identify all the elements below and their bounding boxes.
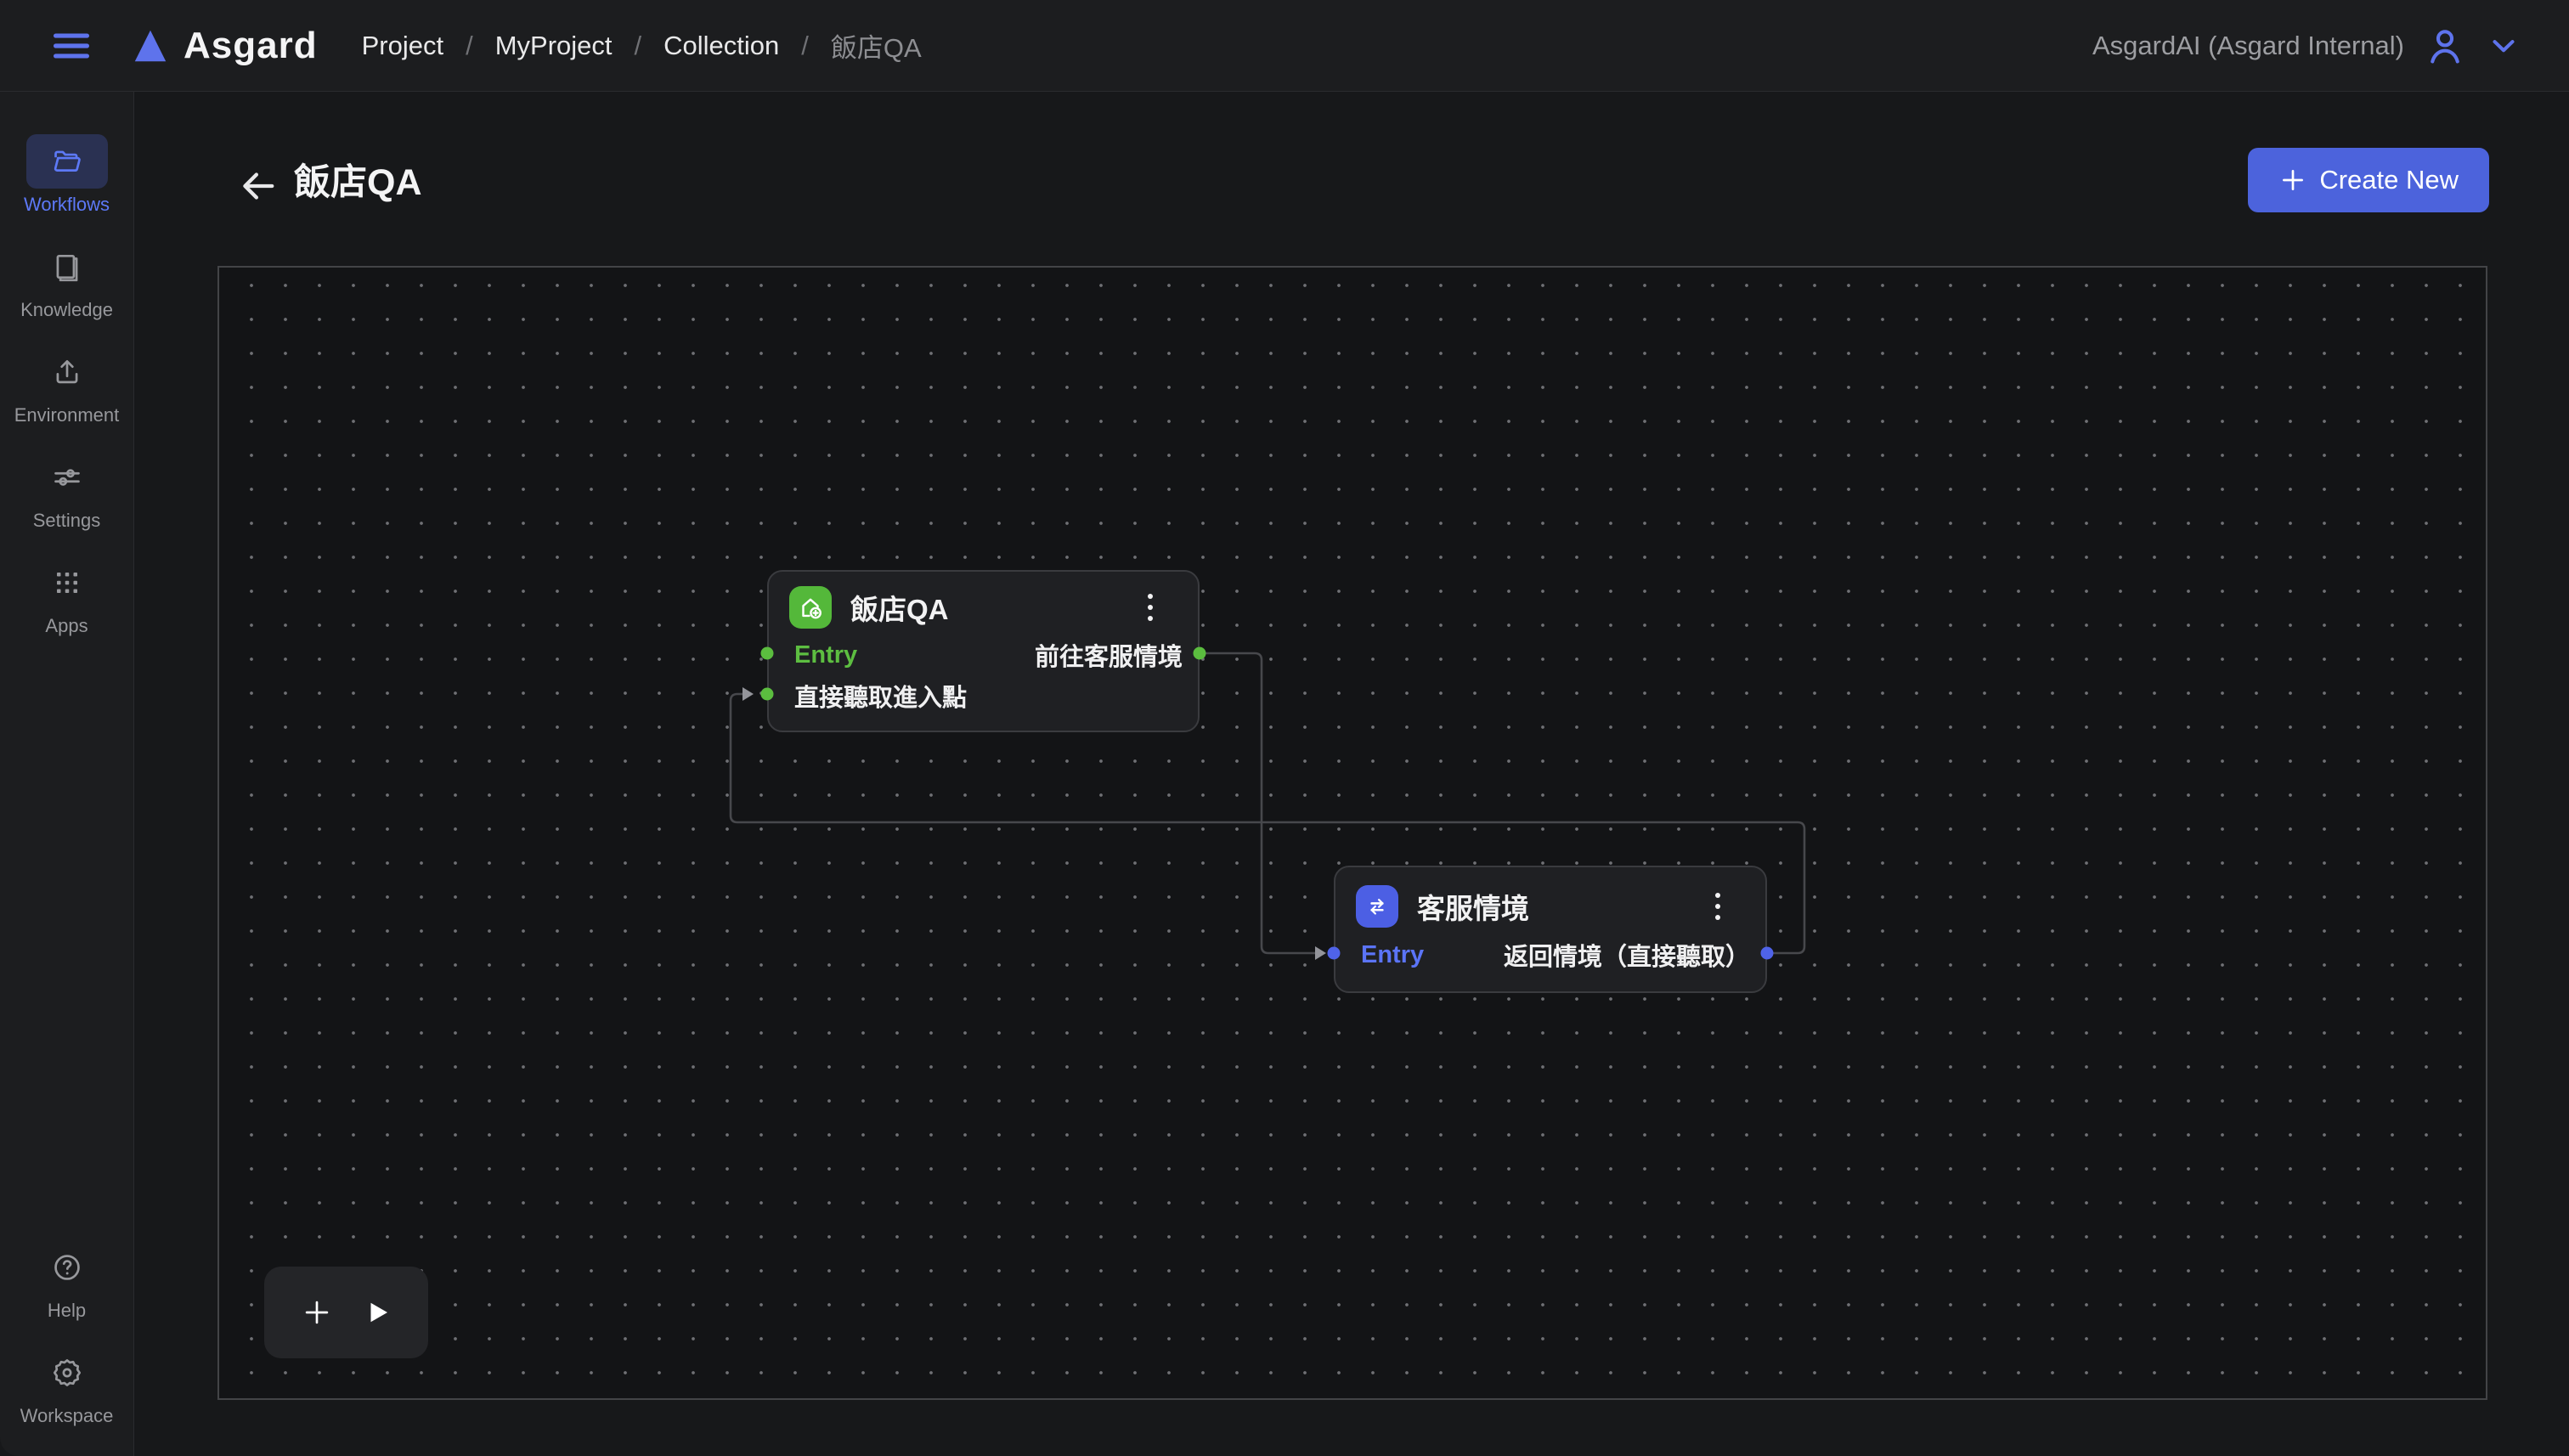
breadcrumb-item-myproject[interactable]: MyProject xyxy=(495,31,613,61)
node-row: 直接聽取進入點 xyxy=(794,680,1183,711)
add-node-button[interactable] xyxy=(301,1296,333,1329)
breadcrumb-separator: / xyxy=(635,31,642,61)
sidebar-item-label: Workspace xyxy=(20,1405,114,1427)
sidebar-item-label: Settings xyxy=(33,510,101,532)
sidebar: Workflows Knowledge Environment xyxy=(0,92,134,1456)
app-root: Asgard Project / MyProject / Collection … xyxy=(0,0,2569,1456)
account-label[interactable]: AsgardAI (Asgard Internal) xyxy=(2092,31,2404,61)
run-workflow-button[interactable] xyxy=(362,1297,392,1328)
breadcrumb-item-collection[interactable]: Collection xyxy=(663,31,779,61)
create-new-label: Create New xyxy=(2319,165,2459,195)
sidebar-item-label: Workflows xyxy=(24,194,110,216)
topbar-right: AsgardAI (Asgard Internal) xyxy=(2092,24,2521,68)
hamburger-icon xyxy=(49,24,93,68)
workflow-node-service-context[interactable]: 客服情境 Entry 返回情境（直接聽取） xyxy=(1334,866,1767,993)
node-title: 客服情境 xyxy=(1417,886,1529,927)
node-menu-icon[interactable] xyxy=(1132,587,1169,628)
play-icon xyxy=(362,1297,392,1328)
canvas-toolbar xyxy=(264,1267,428,1358)
breadcrumb-separator: / xyxy=(801,31,809,61)
user-avatar-icon[interactable] xyxy=(2423,24,2467,68)
upload-icon xyxy=(26,345,108,399)
plus-icon xyxy=(301,1296,333,1329)
sidebar-item-label: Environment xyxy=(14,404,120,426)
sidebar-item-environment[interactable]: Environment xyxy=(0,345,133,426)
home-plus-icon xyxy=(789,586,832,629)
back-button[interactable] xyxy=(234,163,282,211)
sidebar-item-label: Apps xyxy=(45,615,88,637)
node-input-label[interactable]: 直接聽取進入點 xyxy=(794,678,967,714)
breadcrumb-item-current: 飯店QA xyxy=(831,26,922,65)
create-new-button[interactable]: Create New xyxy=(2248,148,2489,212)
wire-hotel-to-service xyxy=(1200,653,1315,953)
node-menu-icon[interactable] xyxy=(1699,886,1736,927)
wire-arrowhead xyxy=(742,687,754,701)
arrow-left-icon xyxy=(236,164,280,208)
breadcrumb: Project / MyProject / Collection / 飯店QA xyxy=(362,26,922,65)
breadcrumb-item-project[interactable]: Project xyxy=(362,31,443,61)
folder-open-icon xyxy=(26,134,108,189)
apps-grid-icon xyxy=(26,556,108,610)
connection-wires xyxy=(219,268,2489,1402)
help-circle-icon xyxy=(26,1240,108,1295)
brand[interactable]: Asgard xyxy=(131,25,318,67)
sidebar-item-knowledge[interactable]: Knowledge xyxy=(0,240,133,321)
node-output-label[interactable]: 前往客服情境 xyxy=(1035,637,1183,673)
gear-icon xyxy=(26,1346,108,1400)
sidebar-item-help[interactable]: Help xyxy=(0,1240,133,1322)
sidebar-item-apps[interactable]: Apps xyxy=(0,556,133,637)
node-header: 客服情境 xyxy=(1356,884,1745,928)
sidebar-item-settings[interactable]: Settings xyxy=(0,450,133,532)
plus-icon xyxy=(2278,166,2307,195)
node-output-label[interactable]: 返回情境（直接聽取） xyxy=(1504,937,1750,973)
main-content: 飯店QA Create New xyxy=(134,92,2569,1456)
sidebar-item-label: Knowledge xyxy=(20,299,113,321)
menu-icon[interactable] xyxy=(48,22,95,70)
page-title: 飯店QA xyxy=(294,153,422,206)
asgard-logo-icon xyxy=(131,26,170,65)
sliders-icon xyxy=(26,450,108,505)
book-icon xyxy=(26,240,108,294)
sidebar-item-label: Help xyxy=(48,1300,86,1322)
node-row: Entry 前往客服情境 xyxy=(794,640,1183,670)
workflow-node-hotel-qa[interactable]: 飯店QA Entry 前往客服情境 直接聽取進入點 xyxy=(767,570,1200,732)
breadcrumb-separator: / xyxy=(466,31,473,61)
swap-arrows-icon xyxy=(1356,885,1398,928)
chevron-down-icon[interactable] xyxy=(2486,28,2521,64)
topbar: Asgard Project / MyProject / Collection … xyxy=(0,0,2569,92)
sidebar-item-workflows[interactable]: Workflows xyxy=(0,134,133,216)
node-row: Entry 返回情境（直接聽取） xyxy=(1361,940,1750,970)
workflow-canvas[interactable]: 飯店QA Entry 前往客服情境 直接聽取進入點 xyxy=(217,266,2487,1400)
brand-name: Asgard xyxy=(184,25,318,67)
node-title: 飯店QA xyxy=(850,587,949,628)
node-entry-label[interactable]: Entry xyxy=(1361,941,1424,969)
wire-arrowhead xyxy=(1315,946,1326,960)
node-header: 飯店QA xyxy=(789,585,1177,629)
sidebar-item-workspace[interactable]: Workspace xyxy=(0,1346,133,1427)
node-entry-label[interactable]: Entry xyxy=(794,641,857,669)
